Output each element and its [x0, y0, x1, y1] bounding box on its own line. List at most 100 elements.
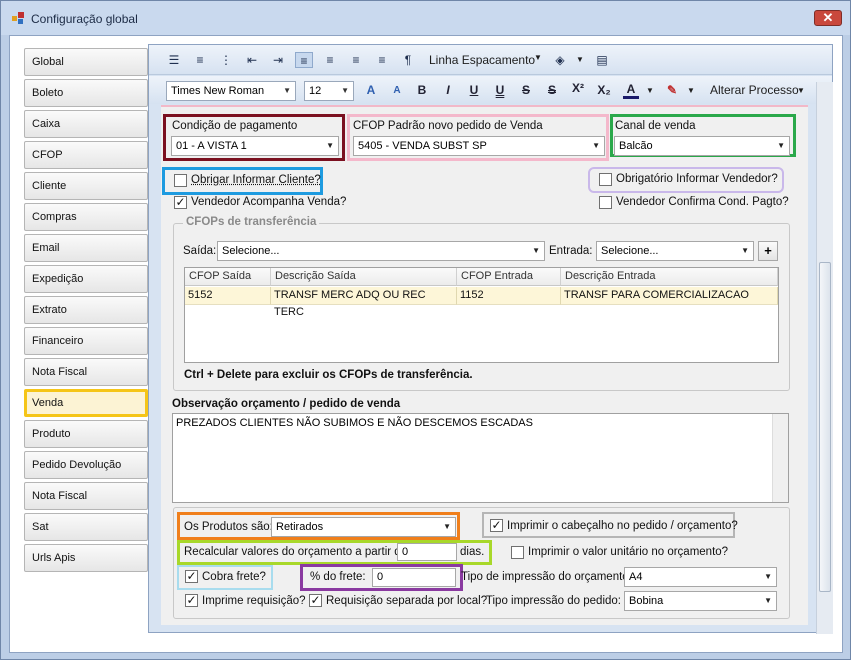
table-cell[interactable]: TRANSF MERC ADQ OU REC TERC — [271, 287, 457, 318]
vertical-scrollbar[interactable] — [816, 82, 833, 634]
request-by-location-checkbox[interactable]: ✓ — [309, 594, 322, 607]
borders-icon[interactable]: ▤ — [593, 52, 611, 68]
app-icon — [12, 12, 24, 24]
align-left-icon[interactable]: ≡ — [295, 52, 313, 68]
shrink-font-icon[interactable]: A — [389, 85, 405, 96]
bullet-list-icon[interactable]: ☰ — [165, 52, 183, 68]
italic-icon[interactable]: I — [440, 83, 456, 97]
font-size-select[interactable]: 12 ▼ — [304, 81, 354, 101]
recalc-unit: dias. — [460, 546, 485, 558]
transfer-grid[interactable]: CFOP Saída Descrição Saída CFOP Entrada Des… — [184, 267, 779, 363]
seller-confirms-checkbox[interactable] — [599, 196, 612, 209]
sidebar-item-cliente[interactable]: Cliente — [24, 172, 148, 200]
recalc-input[interactable]: 0 — [397, 543, 457, 561]
print-unit-value-checkbox[interactable] — [511, 546, 524, 559]
grid-header-2[interactable]: CFOP Entrada — [457, 268, 561, 286]
recalc-label: Recalcular valores do orçamento a partir… — [184, 546, 408, 558]
sidebar-item-boleto[interactable]: Boleto — [24, 79, 148, 107]
sidebar-item-expedi-o[interactable]: Expedição — [24, 265, 148, 293]
table-cell[interactable]: TRANSF PARA COMERCIALIZACAO — [561, 287, 778, 305]
chevron-down-icon: ▼ — [534, 53, 542, 62]
grow-font-icon[interactable]: A — [363, 83, 379, 97]
sidebar-item-financeiro[interactable]: Financeiro — [24, 327, 148, 355]
seller-confirms-label: Vendedor Confirma Cond. Pagto? — [616, 196, 789, 208]
products-select[interactable]: Retirados ▼ — [271, 517, 456, 537]
align-center-icon[interactable]: ≡ — [321, 52, 339, 68]
numbered-list-icon[interactable]: ≡ — [191, 52, 209, 68]
sidebar-item-email[interactable]: Email — [24, 234, 148, 262]
fill-bucket-icon[interactable]: ◈ — [551, 52, 569, 68]
sidebar-item-global[interactable]: Global — [24, 48, 148, 76]
alter-process-button[interactable]: Alterar Processo — [710, 83, 799, 97]
chevron-down-icon: ▼ — [341, 86, 349, 95]
chevron-down-icon: ▼ — [687, 86, 695, 95]
title-bar: Configuração global ✕ — [1, 1, 850, 35]
sidebar-item-venda[interactable]: Venda — [24, 389, 148, 417]
entry-select[interactable]: Selecione... ▼ — [596, 241, 754, 261]
font-color-icon[interactable]: A — [623, 82, 639, 99]
exit-select[interactable]: Selecione... ▼ — [217, 241, 545, 261]
require-seller-checkbox[interactable] — [599, 173, 612, 186]
seller-follows-checkbox[interactable]: ✓ — [174, 196, 187, 209]
require-client-checkbox[interactable] — [174, 174, 187, 187]
decrease-indent-icon[interactable]: ⇤ — [243, 52, 261, 68]
sidebar-item-urls-apis[interactable]: Urls Apis — [24, 544, 148, 572]
print-header-checkbox[interactable]: ✓ — [490, 519, 503, 532]
sidebar-item-compras[interactable]: Compras — [24, 203, 148, 231]
underline-icon[interactable]: U — [466, 83, 482, 97]
scrollbar-thumb[interactable] — [819, 262, 831, 592]
table-cell[interactable]: 5152 — [185, 287, 271, 305]
chevron-down-icon: ▼ — [592, 141, 600, 150]
payment-label: Condição de pagamento — [172, 120, 298, 132]
justify-icon[interactable]: ≡ — [373, 52, 391, 68]
sidebar-item-extrato[interactable]: Extrato — [24, 296, 148, 324]
obs-scrollbar[interactable] — [772, 414, 788, 502]
sidebar-item-caixa[interactable]: Caixa — [24, 110, 148, 138]
double-strikethrough-icon[interactable]: S — [544, 83, 560, 97]
sidebar-item-pedido-devolu-o[interactable]: Pedido Devolução — [24, 451, 148, 479]
grid-header-1[interactable]: Descrição Saída — [271, 268, 457, 286]
order-print-type-label: Tipo impressão do pedido: — [485, 595, 621, 607]
highlight-icon[interactable]: ✎ — [664, 83, 680, 97]
charge-freight-label: Cobra frete? — [202, 571, 266, 583]
line-spacing-button[interactable]: Linha Espacamento — [429, 53, 535, 67]
payment-select[interactable]: 01 - A VISTA 1 ▼ — [171, 136, 339, 156]
sidebar-item-sat[interactable]: Sat — [24, 513, 148, 541]
print-request-checkbox[interactable]: ✓ — [185, 594, 198, 607]
cfop-select[interactable]: 5405 - VENDA SUBST SP ▼ — [353, 136, 605, 156]
grid-header-0[interactable]: CFOP Saída — [185, 268, 271, 286]
grid-header-3[interactable]: Descrição Entrada — [561, 268, 778, 286]
sidebar-item-cfop[interactable]: CFOP — [24, 141, 148, 169]
payment-value: 01 - A VISTA 1 — [176, 140, 247, 152]
bold-icon[interactable]: B — [414, 83, 430, 97]
paragraph-icon[interactable]: ¶ — [399, 52, 417, 68]
quote-print-type-value: A4 — [629, 571, 643, 583]
charge-freight-checkbox[interactable]: ✓ — [185, 570, 198, 583]
chevron-down-icon: ▼ — [576, 55, 584, 64]
table-cell[interactable]: 1152 — [457, 287, 561, 305]
double-underline-icon[interactable]: U — [492, 83, 508, 97]
subscript-icon[interactable]: X₂ — [596, 83, 612, 97]
close-button[interactable]: ✕ — [814, 10, 842, 26]
superscript-icon[interactable]: X² — [570, 81, 586, 95]
obs-textarea[interactable]: PREZADOS CLIENTES NÃO SUBIMOS E NÃO DESC… — [172, 413, 789, 503]
sidebar-item-nota-fiscal[interactable]: Nota Fiscal — [24, 358, 148, 386]
print-request-label: Imprime requisição? — [202, 595, 306, 607]
cfop-value: 5405 - VENDA SUBST SP — [358, 140, 487, 152]
exit-label: Saída: — [183, 245, 217, 257]
sidebar-item-nota-fiscal-consumidor[interactable]: Nota Fiscal Consumidor — [24, 482, 148, 529]
add-transfer-button[interactable]: + — [758, 241, 778, 261]
order-print-type-select[interactable]: Bobina ▼ — [624, 591, 777, 611]
quote-print-type-select[interactable]: A4 ▼ — [624, 567, 777, 587]
multilevel-list-icon[interactable]: ⋮ — [217, 52, 235, 68]
font-name-select[interactable]: Times New Roman ▼ — [166, 81, 296, 101]
sidebar-item-produto[interactable]: Produto — [24, 420, 148, 448]
chevron-down-icon: ▼ — [532, 246, 540, 255]
channel-select[interactable]: Balcão ▼ — [614, 136, 790, 156]
increase-indent-icon[interactable]: ⇥ — [269, 52, 287, 68]
obs-label: Observação orçamento / pedido de venda — [172, 398, 401, 410]
freight-pct-input[interactable]: 0 — [372, 568, 456, 587]
align-right-icon[interactable]: ≡ — [347, 52, 365, 68]
strikethrough-icon[interactable]: S — [518, 83, 534, 97]
order-print-type-value: Bobina — [629, 595, 664, 607]
